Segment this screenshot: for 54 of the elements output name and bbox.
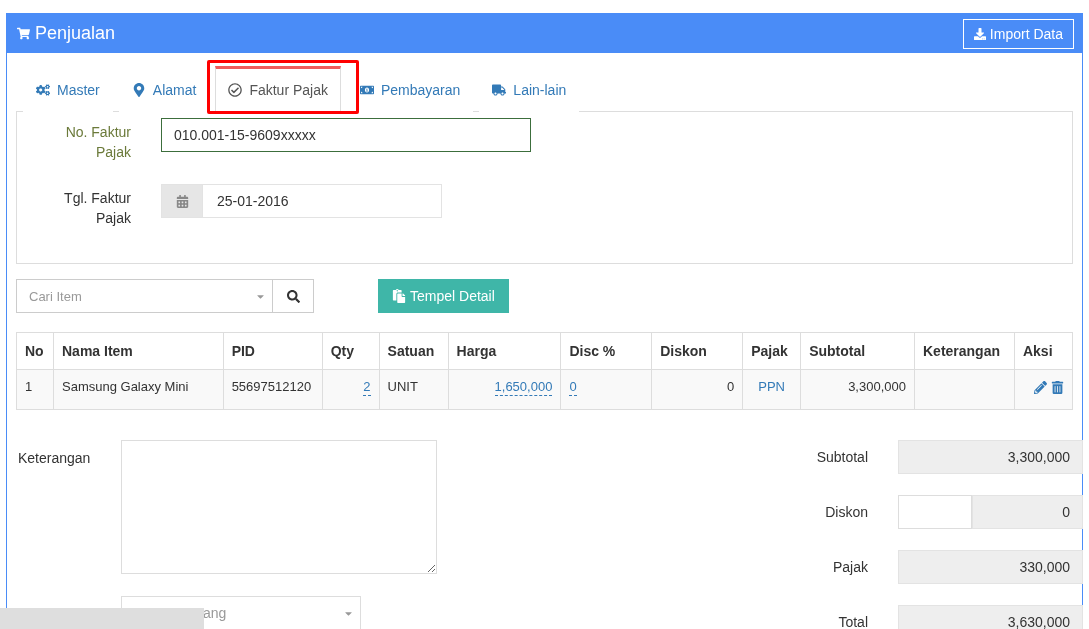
gears-icon [36, 82, 50, 97]
tab[interactable]: Faktur Pajak [215, 66, 341, 112]
paste-detail-button[interactable]: Tempel Detail [378, 279, 509, 313]
calendar-icon [175, 194, 189, 208]
total-field: 3,300,000 [898, 440, 1083, 474]
truck-icon [492, 82, 507, 97]
editable-value[interactable]: 2 [363, 379, 371, 396]
panel-title: Penjualan [35, 23, 116, 44]
table-cell: 55697512120 [223, 369, 323, 410]
total-field: 330,000 [898, 550, 1083, 584]
date-field[interactable]: 25-01-2016 [203, 184, 442, 218]
total-field: 0 [972, 495, 1083, 529]
trash-icon[interactable] [1051, 381, 1064, 394]
paste-icon [392, 289, 406, 303]
column-header: Qty [322, 332, 380, 370]
table-cell: 3,300,000 [800, 369, 915, 410]
total-field: 3,630,000 [898, 605, 1083, 629]
column-header: Diskon [651, 332, 743, 370]
table-cell: 1 [16, 369, 54, 410]
table-cell: PPN [742, 369, 801, 410]
column-header: Aksi [1014, 332, 1073, 370]
import-button[interactable]: Import Data [962, 18, 1074, 49]
editable-value[interactable]: 0 [569, 379, 577, 396]
total-label: Pajak [831, 559, 868, 575]
table-cell: UNIT [379, 369, 449, 410]
column-header: Harga [448, 332, 561, 370]
map-pin-icon [131, 82, 146, 97]
calendar-addon[interactable] [161, 184, 203, 218]
discount-field[interactable] [898, 495, 972, 529]
field-label: Keterangan [17, 449, 92, 468]
tax-invoice-number-field[interactable]: 010.001-15-9609xxxxx [161, 118, 531, 152]
total-label: Subtotal [815, 449, 868, 465]
column-header: Keterangan [914, 332, 1015, 370]
column-header: Disc % [560, 332, 652, 370]
field-label: No. Faktur Pajak [64, 123, 131, 162]
table-cell: Samsung Galaxy Mini [53, 369, 224, 410]
total-label: Total [837, 614, 868, 629]
column-header: No [16, 332, 54, 370]
column-header: PID [223, 332, 323, 370]
table-cell: 0 [651, 369, 743, 410]
cart-icon [17, 27, 30, 40]
total-label: Diskon [824, 504, 868, 520]
column-header: Pajak [742, 332, 801, 370]
item-select[interactable]: Cari Item [16, 279, 273, 313]
download-icon [973, 27, 986, 40]
search-icon [286, 289, 300, 303]
column-header: Subtotal [800, 332, 915, 370]
edit-icon[interactable] [1034, 381, 1047, 394]
search-button[interactable] [273, 279, 314, 313]
field-label: Tgl. Faktur Pajak [63, 189, 131, 228]
editable-value[interactable]: 1,650,000 [494, 379, 553, 396]
column-header: Satuan [379, 332, 449, 370]
notes-field[interactable] [121, 440, 437, 574]
column-header: Nama Item [53, 332, 224, 370]
